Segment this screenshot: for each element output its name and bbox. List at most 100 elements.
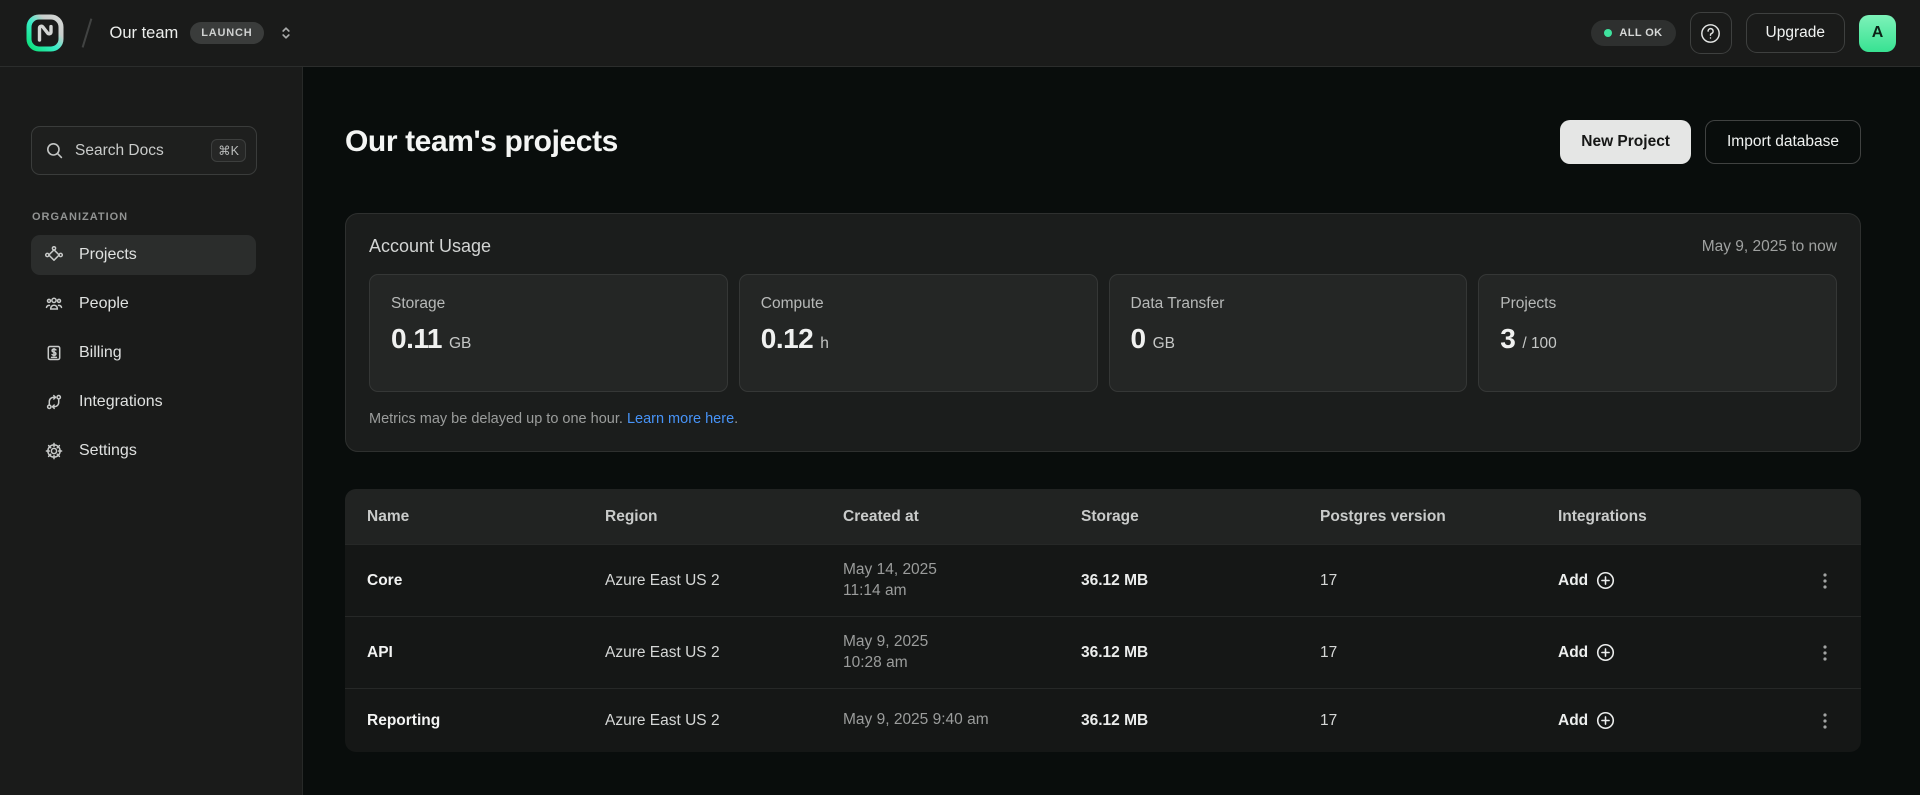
settings-icon [44, 441, 64, 461]
project-storage: 36.12 MB [1081, 644, 1320, 662]
sidebar-item-label: People [79, 295, 129, 313]
projects-table: Name Region Created at Storage Postgres … [345, 489, 1861, 752]
breadcrumb-divider [82, 18, 92, 47]
metric-tile-compute: Compute 0.12 h [739, 274, 1098, 392]
usage-note: Metrics may be delayed up to one hour. L… [369, 411, 1837, 427]
table-header-row: Name Region Created at Storage Postgres … [345, 489, 1861, 544]
sidebar-item-label: Integrations [79, 393, 163, 411]
usage-note-suffix: . [734, 411, 738, 427]
status-badge[interactable]: ALL OK [1591, 20, 1675, 46]
metric-value: 3 [1500, 323, 1515, 355]
people-icon [44, 294, 64, 314]
neon-logo-icon[interactable] [26, 14, 64, 52]
sidebar-item-billing[interactable]: Billing [31, 333, 256, 373]
add-integration-button[interactable]: Add [1558, 710, 1795, 731]
metric-value: 0 [1131, 323, 1146, 355]
metric-value: 0.12 [761, 323, 814, 355]
metric-label: Projects [1500, 295, 1815, 313]
topbar-actions: ALL OK Upgrade A [1591, 12, 1896, 54]
add-integration-label: Add [1558, 712, 1588, 730]
project-region: Azure East US 2 [605, 572, 843, 590]
search-shortcut-badge: ⌘K [211, 139, 246, 162]
circle-plus-icon [1595, 642, 1616, 663]
circle-plus-icon [1595, 710, 1616, 731]
usage-note-text: Metrics may be delayed up to one hour. [369, 411, 623, 427]
metric-tile-data-transfer: Data Transfer 0 GB [1109, 274, 1468, 392]
project-region: Azure East US 2 [605, 712, 843, 730]
sidebar-section-label: ORGANIZATION [32, 211, 302, 223]
column-header-created-at: Created at [843, 508, 1081, 526]
metric-value: 0.11 [391, 323, 442, 355]
metric-tile-projects: Projects 3 / 100 [1478, 274, 1837, 392]
page-title: Our team's projects [345, 125, 618, 159]
sidebar-item-projects[interactable]: Projects [31, 235, 256, 275]
projects-icon [44, 245, 64, 265]
sidebar-item-settings[interactable]: Settings [31, 431, 256, 471]
integrations-icon [44, 392, 64, 412]
avatar[interactable]: A [1859, 15, 1896, 52]
sidebar-item-label: Settings [79, 442, 137, 460]
sidebar-item-label: Billing [79, 344, 122, 362]
chevron-updown-icon [276, 23, 296, 43]
row-menu-button[interactable] [1811, 566, 1839, 596]
created-date: May 9, 2025 9:40 am [843, 710, 1081, 731]
metric-unit: h [820, 335, 829, 353]
metric-tile-storage: Storage 0.11 GB [369, 274, 728, 392]
kebab-menu-icon [1817, 712, 1833, 730]
add-integration-label: Add [1558, 572, 1588, 590]
team-selector[interactable]: Our team LAUNCH [110, 22, 296, 44]
project-storage: 36.12 MB [1081, 572, 1320, 590]
help-button[interactable] [1690, 12, 1732, 54]
created-time: 10:28 am [843, 653, 1081, 674]
table-row[interactable]: API Azure East US 2 May 9, 2025 10:28 am… [345, 616, 1861, 688]
upgrade-button[interactable]: Upgrade [1746, 13, 1845, 53]
metric-unit: GB [449, 335, 471, 353]
column-header-region: Region [605, 508, 843, 526]
search-docs-label: Search Docs [75, 142, 164, 160]
project-created-at: May 14, 2025 11:14 am [843, 560, 1081, 602]
add-integration-button[interactable]: Add [1558, 642, 1795, 663]
project-name[interactable]: API [367, 644, 605, 662]
table-row[interactable]: Core Azure East US 2 May 14, 2025 11:14 … [345, 544, 1861, 616]
new-project-button[interactable]: New Project [1560, 120, 1691, 164]
column-header-name: Name [367, 508, 605, 526]
import-database-button[interactable]: Import database [1705, 120, 1861, 164]
add-integration-button[interactable]: Add [1558, 570, 1795, 591]
project-name[interactable]: Core [367, 572, 605, 590]
sidebar: Search Docs ⌘K ORGANIZATION Projects [0, 67, 303, 795]
project-created-at: May 9, 2025 10:28 am [843, 632, 1081, 674]
project-postgres-version: 17 [1320, 572, 1558, 590]
column-header-postgres-version: Postgres version [1320, 508, 1558, 526]
metric-unit: / 100 [1522, 335, 1556, 353]
learn-more-link[interactable]: Learn more here [627, 411, 734, 427]
metric-label: Data Transfer [1131, 295, 1446, 313]
account-usage-card: Account Usage May 9, 2025 to now Storage… [345, 213, 1861, 452]
project-created-at: May 9, 2025 9:40 am [843, 710, 1081, 731]
project-region: Azure East US 2 [605, 644, 843, 662]
created-date: May 14, 2025 [843, 560, 1081, 581]
created-date: May 9, 2025 [843, 632, 1081, 653]
row-menu-button[interactable] [1811, 638, 1839, 668]
team-name: Our team [110, 24, 179, 43]
kebab-menu-icon [1817, 572, 1833, 590]
top-bar: Our team LAUNCH ALL OK Upgrade A [0, 0, 1920, 67]
sidebar-item-label: Projects [79, 246, 137, 264]
main-content: Our team's projects New Project Import d… [303, 67, 1920, 795]
status-dot-icon [1604, 29, 1612, 37]
question-mark-icon [1699, 22, 1722, 45]
sidebar-item-integrations[interactable]: Integrations [31, 382, 256, 422]
row-menu-button[interactable] [1811, 706, 1839, 736]
usage-period: May 9, 2025 to now [1702, 238, 1837, 256]
project-name[interactable]: Reporting [367, 712, 605, 730]
status-badge-label: ALL OK [1619, 27, 1662, 39]
column-header-storage: Storage [1081, 508, 1320, 526]
metric-label: Storage [391, 295, 706, 313]
sidebar-nav: Projects People [0, 235, 302, 471]
metric-unit: GB [1153, 335, 1175, 353]
search-docs-input[interactable]: Search Docs ⌘K [31, 126, 257, 175]
project-storage: 36.12 MB [1081, 712, 1320, 730]
metric-label: Compute [761, 295, 1076, 313]
table-row[interactable]: Reporting Azure East US 2 May 9, 2025 9:… [345, 688, 1861, 752]
column-header-integrations: Integrations [1558, 508, 1795, 526]
sidebar-item-people[interactable]: People [31, 284, 256, 324]
